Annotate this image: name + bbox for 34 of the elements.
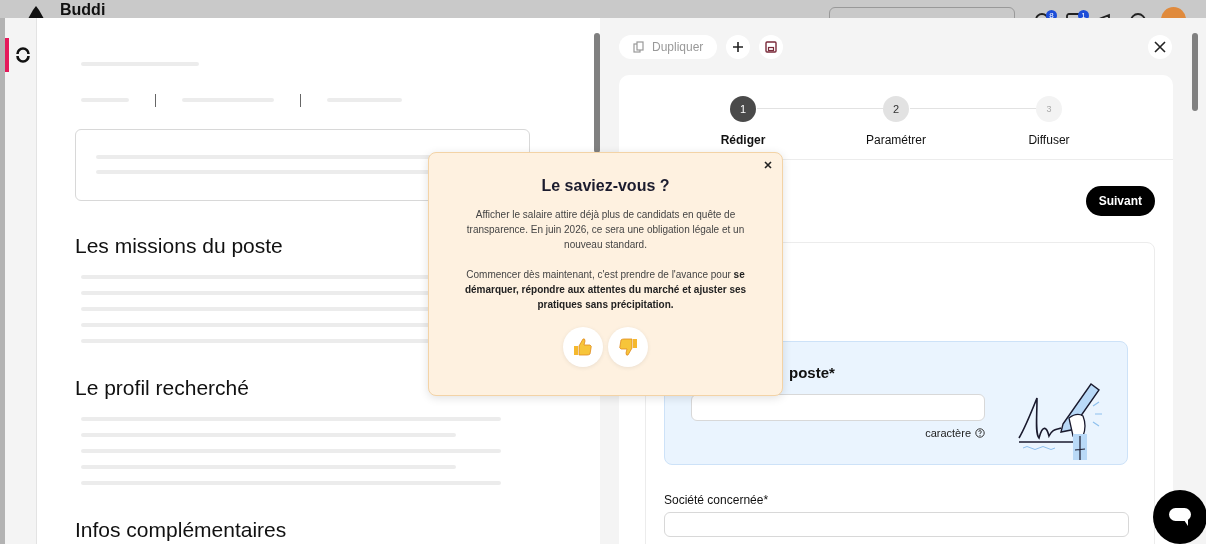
close-icon <box>764 161 772 169</box>
scrollbar[interactable] <box>594 33 600 153</box>
copy-icon <box>633 40 645 53</box>
input-field[interactable] <box>691 394 985 421</box>
thumbs-down-icon <box>618 337 638 357</box>
field-label: poste* <box>788 364 836 383</box>
step-label[interactable]: Paramétrer <box>866 133 926 147</box>
thumbs-down-button[interactable] <box>608 327 648 367</box>
speech-bubble-icon <box>1168 506 1192 528</box>
step-label[interactable]: Rédiger <box>720 133 766 147</box>
plus-icon <box>732 40 745 53</box>
close-button[interactable] <box>1148 34 1172 59</box>
section-heading: Le profil recherché <box>75 375 249 401</box>
save-icon <box>765 40 778 53</box>
input-field[interactable] <box>664 512 1129 537</box>
refresh-icon <box>14 47 31 63</box>
section-heading: Infos complémentaires <box>75 517 287 543</box>
close-icon <box>1154 40 1166 53</box>
scrollbar[interactable] <box>1192 33 1198 111</box>
section-heading: Les missions du poste <box>75 233 283 259</box>
add-button[interactable] <box>726 34 751 59</box>
thumbs-up-icon <box>573 337 593 357</box>
thumbs-up-button[interactable] <box>563 327 603 367</box>
popup-title: Le saviez-vous ? <box>540 177 671 195</box>
step-number[interactable]: 2 <box>883 96 909 122</box>
field-label: Société concernée* <box>664 493 770 507</box>
logo-text: Buddi <box>60 1 106 18</box>
hint-text: caractère <box>925 427 971 439</box>
next-button[interactable]: Suivant <box>1085 186 1155 216</box>
step-number[interactable]: 1 <box>730 96 756 122</box>
popup-paragraph: Afficher le salaire attire déjà plus de candidats en quête de transparence. En juin 2026, ce sera une obligation légale et un nouveau standard. <box>465 208 746 252</box>
close-button[interactable] <box>762 159 774 171</box>
popup-paragraph: Commencer dès maintenant, c'est prendre de l'avance pour se démarquer, répondre aux attentes du marché et ajuster ses pratiques sans précipitation. <box>463 268 748 312</box>
save-button[interactable] <box>759 34 784 59</box>
